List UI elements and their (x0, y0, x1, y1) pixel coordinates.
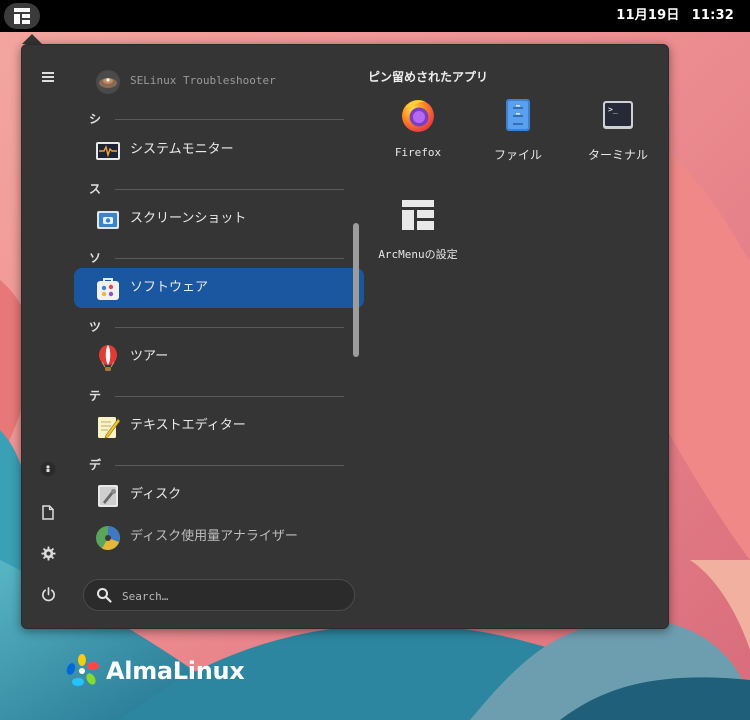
app-item-disks[interactable]: ディスク (74, 475, 364, 515)
app-item-label: スクリーンショット (130, 211, 247, 226)
arcmenu-settings-icon (402, 200, 434, 230)
documents-button[interactable] (36, 500, 60, 524)
pinned-app-label: ターミナル (587, 148, 648, 162)
app-list-scrollbar[interactable] (353, 223, 359, 357)
app-item-tour[interactable]: ツアー (74, 337, 364, 377)
app-item-label: ディスク (130, 487, 182, 502)
section-header-tsu: ツ (89, 320, 344, 336)
screenshot-icon (97, 211, 119, 229)
top-panel: 11月19日 11:32 (0, 0, 750, 32)
search-box[interactable] (83, 579, 355, 612)
app-list[interactable]: SELinux Troubleshooter シ システムモニター ス スクリー… (74, 61, 366, 566)
search-icon (97, 588, 112, 603)
menu-side-rail (22, 45, 76, 628)
disks-icon (98, 485, 118, 507)
terminal-icon: >_ (603, 101, 633, 129)
section-header-de: デ (89, 458, 344, 474)
firefox-icon (402, 100, 434, 132)
pinned-app-files[interactable]: ファイル (470, 91, 566, 183)
tour-balloon-icon (99, 345, 117, 371)
section-header-so: ソ (89, 251, 344, 267)
pinned-app-label: ArcMenuの設定 (378, 248, 458, 261)
section-letter: ツ (89, 320, 102, 334)
section-header-te: テ (89, 389, 344, 405)
menu-pointer (22, 34, 42, 44)
app-item-software[interactable]: ソフトウェア (74, 268, 364, 308)
user-icon (40, 461, 56, 477)
documents-icon (42, 504, 54, 520)
pinned-app-arcmenu-settings[interactable]: ArcMenuの設定 (370, 191, 466, 283)
app-item-text-editor[interactable]: テキストエディター (74, 406, 364, 446)
app-item-system-monitor[interactable]: システムモニター (74, 130, 364, 170)
section-letter: ソ (89, 251, 102, 265)
power-icon (41, 586, 55, 601)
app-item-label: ツアー (130, 349, 169, 364)
app-item-label: ソフトウェア (130, 280, 209, 295)
almalinux-logo: AlmaLinux (64, 653, 245, 689)
settings-button[interactable] (36, 541, 60, 565)
pinned-app-firefox[interactable]: Firefox (370, 91, 466, 183)
section-letter: デ (89, 458, 102, 472)
app-item-label: SELinux Troubleshooter (130, 74, 276, 87)
hamburger-icon (42, 72, 54, 82)
section-letter: シ (89, 112, 102, 126)
text-editor-icon (98, 417, 121, 439)
pinned-app-terminal[interactable]: >_ ターミナル (570, 91, 666, 183)
section-header-su: ス (89, 182, 344, 198)
disk-usage-icon (96, 526, 120, 550)
app-item-screenshot[interactable]: スクリーンショット (74, 199, 364, 239)
clock-time: 11:32 (691, 8, 734, 23)
system-monitor-icon (96, 142, 120, 160)
app-item-selinux-troubleshooter[interactable]: SELinux Troubleshooter (74, 61, 364, 101)
arcmenu-popup: SELinux Troubleshooter シ システムモニター ス スクリー… (21, 44, 669, 629)
pinned-apps-title: ピン留めされたアプリ (368, 70, 489, 84)
app-item-label: テキストエディター (130, 418, 246, 433)
almalinux-flower-icon (66, 654, 99, 686)
app-item-label: ディスク使用量アナライザー (130, 529, 298, 544)
arcmenu-button[interactable] (4, 3, 40, 29)
svg-text:>_: >_ (608, 105, 618, 114)
pinned-app-label: Firefox (394, 146, 442, 159)
app-item-disk-usage-analyzer[interactable]: ディスク使用量アナライザー (74, 517, 364, 557)
section-header-shi: シ (89, 112, 344, 128)
arcmenu-icon (14, 8, 30, 24)
section-letter: ス (89, 182, 102, 196)
software-icon (97, 278, 119, 300)
power-button[interactable] (36, 582, 60, 606)
hamburger-button[interactable] (36, 65, 60, 89)
pinned-app-label: ファイル (493, 148, 542, 162)
search-input[interactable] (120, 580, 344, 612)
user-button[interactable] (36, 457, 60, 481)
selinux-icon (96, 70, 120, 94)
app-item-label: システムモニター (130, 142, 234, 157)
almalinux-logo-text: AlmaLinux (106, 657, 245, 685)
files-icon (506, 99, 530, 131)
settings-gear-icon (40, 545, 56, 561)
clock-date: 11月19日 (616, 8, 680, 23)
section-letter: テ (89, 389, 102, 403)
clock[interactable]: 11月19日 11:32 (616, 0, 734, 32)
